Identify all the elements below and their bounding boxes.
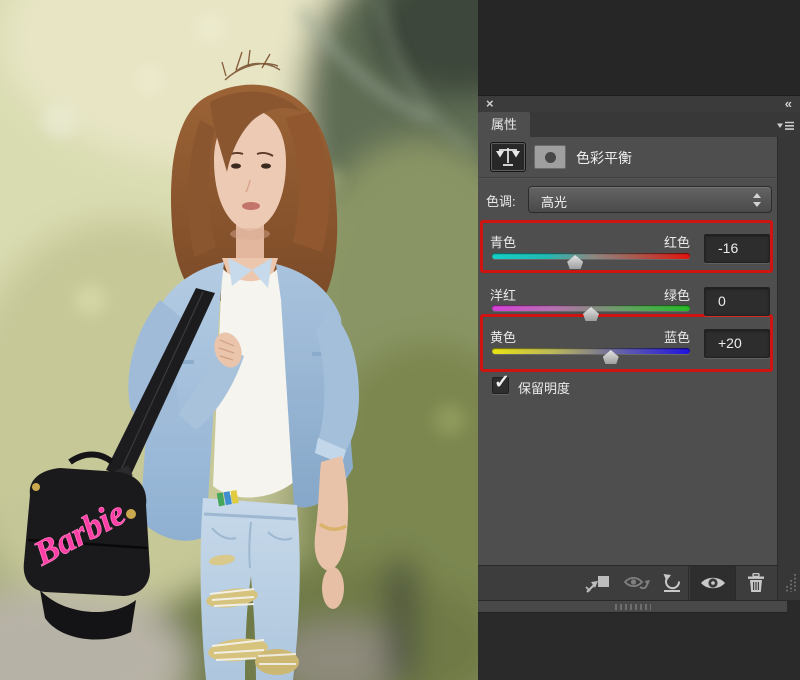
cyan-red-slider-thumb[interactable] <box>567 255 584 269</box>
tone-selected-value: 高光 <box>541 195 568 210</box>
photo-canvas[interactable]: Barbie <box>0 0 478 680</box>
green-label: 绿色 <box>663 288 690 303</box>
view-previous-state-button[interactable] <box>619 570 655 596</box>
toggle-visibility-button[interactable] <box>694 570 732 596</box>
cyan-red-slider[interactable] <box>492 253 690 269</box>
panel-title: 色彩平衡 <box>576 150 632 166</box>
panel-footer-toolbar <box>478 565 777 600</box>
reset-button[interactable] <box>657 570 687 596</box>
delete-button[interactable] <box>740 570 772 596</box>
yellow-blue-value-field[interactable]: +20 <box>704 329 770 358</box>
panel-resize-strip[interactable] <box>478 600 787 613</box>
color-balance-panel: 色彩平衡 色调: 高光 青色 红色 -16 洋红 绿色 0 黄色 蓝色 +20 … <box>478 137 777 600</box>
magenta-green-slider-thumb[interactable] <box>583 307 599 321</box>
close-icon[interactable]: × <box>486 96 494 112</box>
layer-mask-icon[interactable] <box>534 145 566 169</box>
photoshop-workspace: Barbie × « 属性 色彩平衡 色调: 高光 青色 红色 -16 洋红 绿… <box>0 0 800 680</box>
dock-edge <box>777 137 800 600</box>
magenta-green-value-field[interactable]: 0 <box>704 287 770 316</box>
panel-tabstrip: 属性 <box>478 112 800 137</box>
collapse-panel-icon[interactable]: « <box>785 96 792 111</box>
checkmark-icon: ✓ <box>494 372 510 393</box>
drag-handle[interactable] <box>614 604 651 610</box>
yellow-blue-slider[interactable] <box>492 348 690 364</box>
panel-menu-icon[interactable] <box>776 119 795 137</box>
tab-properties[interactable]: 属性 <box>478 112 530 137</box>
cyan-label: 青色 <box>490 235 517 250</box>
divider <box>688 566 689 600</box>
magenta-label: 洋红 <box>490 288 517 303</box>
clip-to-layer-button[interactable] <box>581 570 615 596</box>
red-label: 红色 <box>663 235 690 250</box>
cyan-red-value-field[interactable]: -16 <box>704 234 770 263</box>
magenta-green-slider[interactable] <box>492 305 690 321</box>
preserve-luminosity-label: 保留明度 <box>518 381 571 396</box>
tone-select[interactable]: 高光 <box>528 186 772 213</box>
divider <box>735 566 736 600</box>
color-balance-scale-icon <box>490 142 526 172</box>
properties-dock: × « 属性 色彩平衡 色调: 高光 青色 红色 -16 洋红 绿色 0 黄色 … <box>478 0 800 680</box>
blue-label: 蓝色 <box>663 330 690 345</box>
preserve-luminosity-checkbox[interactable]: ✓ <box>492 372 510 394</box>
yellow-blue-slider-thumb[interactable] <box>602 350 619 364</box>
select-stepper-icon <box>753 193 762 207</box>
panel-titlebar: × « <box>478 95 800 113</box>
resize-grip-icon[interactable] <box>783 572 797 599</box>
yellow-label: 黄色 <box>490 330 517 345</box>
divider <box>478 177 777 178</box>
tone-label: 色调: <box>486 194 516 209</box>
